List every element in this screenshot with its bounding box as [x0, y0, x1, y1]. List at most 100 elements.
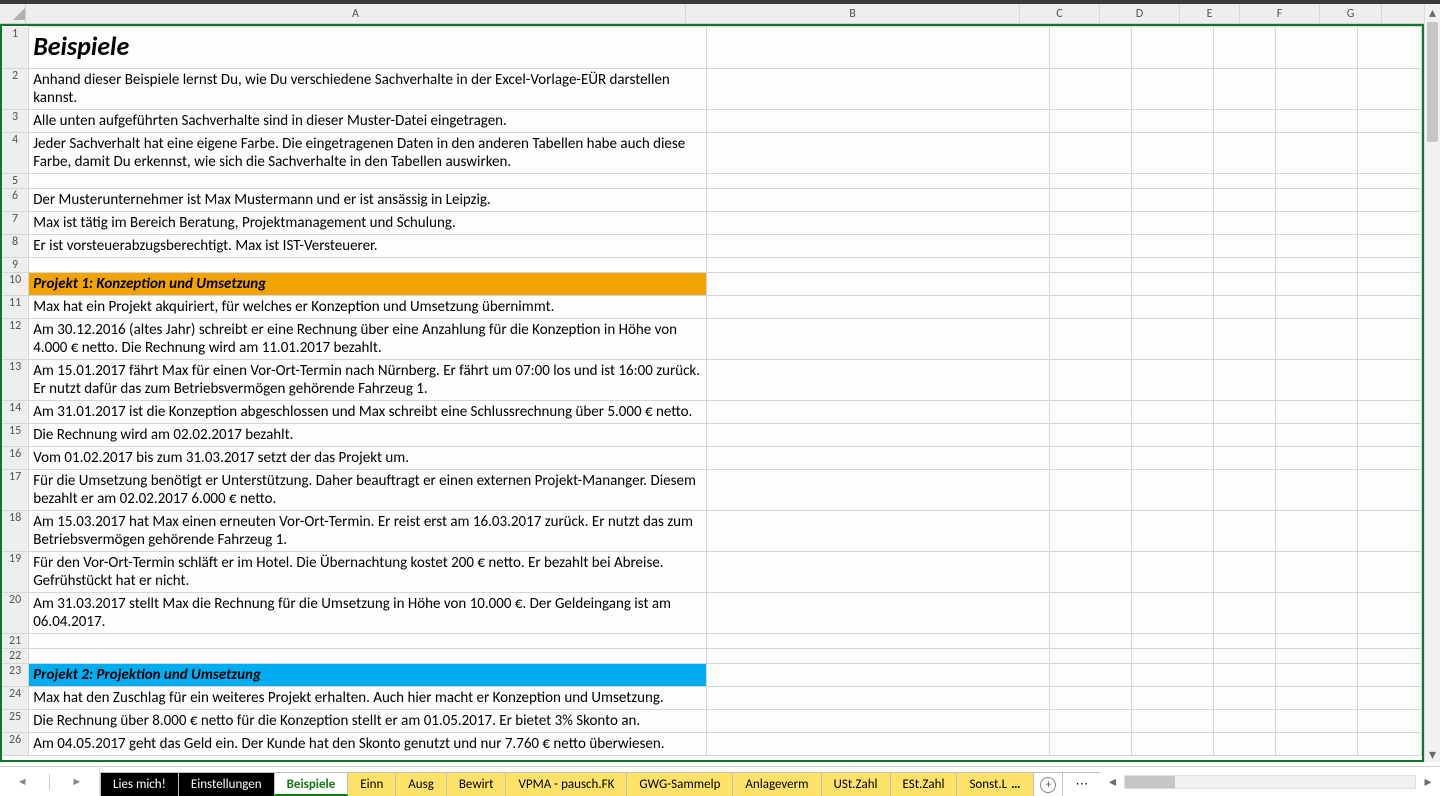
- cell-A1[interactable]: Beispiele: [29, 27, 707, 69]
- cell-C16[interactable]: [1050, 447, 1132, 470]
- cell-A13[interactable]: Am 15.01.2017 fährt Max für einen Vor-Or…: [29, 360, 707, 401]
- cell-D9[interactable]: [1132, 258, 1214, 273]
- cell-D16[interactable]: [1132, 447, 1214, 470]
- cell-A17[interactable]: Für die Umsetzung benötigt er Unterstütz…: [29, 470, 707, 511]
- row-header[interactable]: 1: [2, 27, 29, 69]
- cell-E19[interactable]: [1214, 552, 1276, 593]
- cell-C22[interactable]: [1050, 649, 1132, 664]
- cell-G21[interactable]: [1358, 634, 1422, 649]
- cell-E3[interactable]: [1214, 110, 1276, 133]
- cell-G22[interactable]: [1358, 649, 1422, 664]
- row-header[interactable]: 20: [2, 593, 29, 634]
- cell-G19[interactable]: [1358, 552, 1422, 593]
- row-header[interactable]: 4: [2, 133, 29, 174]
- cell-F10[interactable]: [1276, 273, 1358, 296]
- cell-C20[interactable]: [1050, 593, 1132, 634]
- column-header-F[interactable]: F: [1240, 4, 1320, 23]
- row-header[interactable]: 25: [2, 710, 29, 733]
- cell-D18[interactable]: [1132, 511, 1214, 552]
- column-header-B[interactable]: B: [686, 4, 1020, 23]
- cell-A18[interactable]: Am 15.03.2017 hat Max einen erneuten Vor…: [29, 511, 707, 552]
- cell-G13[interactable]: [1358, 360, 1422, 401]
- cell-D17[interactable]: [1132, 470, 1214, 511]
- cell-C5[interactable]: [1050, 174, 1132, 189]
- row-header[interactable]: 16: [2, 447, 29, 470]
- hscroll-left-button[interactable]: ◂: [1104, 774, 1120, 790]
- cell-G24[interactable]: [1358, 687, 1422, 710]
- cell-C26[interactable]: [1050, 733, 1132, 756]
- cell-B15[interactable]: [707, 424, 1050, 447]
- sheet-tab-gwg-sammelp[interactable]: GWG-Sammelp: [626, 772, 733, 796]
- cell-E16[interactable]: [1214, 447, 1276, 470]
- cell-D11[interactable]: [1132, 296, 1214, 319]
- sheet-tab-est-zahl[interactable]: ESt.Zahl: [890, 772, 958, 796]
- row-header[interactable]: 12: [2, 319, 29, 360]
- cell-G4[interactable]: [1358, 133, 1422, 174]
- cell-E10[interactable]: [1214, 273, 1276, 296]
- cell-G17[interactable]: [1358, 470, 1422, 511]
- row-header[interactable]: 14: [2, 401, 29, 424]
- more-tabs-button[interactable]: ⋯: [1062, 772, 1100, 796]
- sheet-tab-vpma-pausch-fk[interactable]: VPMA - pausch.FK: [505, 772, 627, 796]
- cell-A19[interactable]: Für den Vor-Ort-Termin schläft er im Hot…: [29, 552, 707, 593]
- scroll-up-button[interactable]: ▴: [1425, 4, 1440, 20]
- cell-E25[interactable]: [1214, 710, 1276, 733]
- cell-G12[interactable]: [1358, 319, 1422, 360]
- column-header-A[interactable]: A: [26, 4, 686, 23]
- cell-B18[interactable]: [707, 511, 1050, 552]
- cell-C2[interactable]: [1050, 69, 1132, 110]
- cell-A6[interactable]: Der Musterunternehmer ist Max Mustermann…: [29, 189, 707, 212]
- cell-G25[interactable]: [1358, 710, 1422, 733]
- cell-A14[interactable]: Am 31.01.2017 ist die Konzeption abgesch…: [29, 401, 707, 424]
- cell-B4[interactable]: [707, 133, 1050, 174]
- cell-F11[interactable]: [1276, 296, 1358, 319]
- cell-G5[interactable]: [1358, 174, 1422, 189]
- sheet-tab-beispiele[interactable]: Beispiele: [274, 772, 349, 796]
- cell-E18[interactable]: [1214, 511, 1276, 552]
- sheet-tab-ust-zahl[interactable]: USt.Zahl: [821, 772, 891, 796]
- cell-D23[interactable]: [1132, 664, 1214, 687]
- cell-F14[interactable]: [1276, 401, 1358, 424]
- cell-A11[interactable]: Max hat ein Projekt akquiriert, für welc…: [29, 296, 707, 319]
- column-header-E[interactable]: E: [1180, 4, 1240, 23]
- cell-G9[interactable]: [1358, 258, 1422, 273]
- cell-E17[interactable]: [1214, 470, 1276, 511]
- row-header[interactable]: 10: [2, 273, 29, 296]
- cell-F25[interactable]: [1276, 710, 1358, 733]
- cell-F19[interactable]: [1276, 552, 1358, 593]
- cell-G3[interactable]: [1358, 110, 1422, 133]
- cell-A4[interactable]: Jeder Sachverhalt hat eine eigene Farbe.…: [29, 133, 707, 174]
- cell-G15[interactable]: [1358, 424, 1422, 447]
- cell-A10[interactable]: Projekt 1: Konzeption und Umsetzung: [29, 273, 707, 296]
- cell-C23[interactable]: [1050, 664, 1132, 687]
- cell-A7[interactable]: Max ist tätig im Bereich Beratung, Proje…: [29, 212, 707, 235]
- row-header[interactable]: 8: [2, 235, 29, 258]
- cell-F17[interactable]: [1276, 470, 1358, 511]
- cell-B24[interactable]: [707, 687, 1050, 710]
- cell-B7[interactable]: [707, 212, 1050, 235]
- hscroll-track[interactable]: [1124, 775, 1416, 789]
- cell-E15[interactable]: [1214, 424, 1276, 447]
- cell-D13[interactable]: [1132, 360, 1214, 401]
- cell-F26[interactable]: [1276, 733, 1358, 756]
- cell-A21[interactable]: [29, 634, 707, 649]
- cell-C25[interactable]: [1050, 710, 1132, 733]
- cell-C8[interactable]: [1050, 235, 1132, 258]
- row-header[interactable]: 7: [2, 212, 29, 235]
- cell-C6[interactable]: [1050, 189, 1132, 212]
- cell-F12[interactable]: [1276, 319, 1358, 360]
- cell-A23[interactable]: Projekt 2: Projektion und Umsetzung: [29, 664, 707, 687]
- cell-A2[interactable]: Anhand dieser Beispiele lernst Du, wie D…: [29, 69, 707, 110]
- row-header[interactable]: 18: [2, 511, 29, 552]
- cell-F9[interactable]: [1276, 258, 1358, 273]
- cell-B9[interactable]: [707, 258, 1050, 273]
- row-header[interactable]: 19: [2, 552, 29, 593]
- cell-A25[interactable]: Die Rechnung über 8.000 € netto für die …: [29, 710, 707, 733]
- column-header-G[interactable]: G: [1320, 4, 1382, 23]
- cell-E12[interactable]: [1214, 319, 1276, 360]
- sheet-tab-lies-mich-[interactable]: Lies mich!: [100, 772, 179, 796]
- cell-A16[interactable]: Vom 01.02.2017 bis zum 31.03.2017 setzt …: [29, 447, 707, 470]
- cell-B16[interactable]: [707, 447, 1050, 470]
- cell-E11[interactable]: [1214, 296, 1276, 319]
- row-header[interactable]: 15: [2, 424, 29, 447]
